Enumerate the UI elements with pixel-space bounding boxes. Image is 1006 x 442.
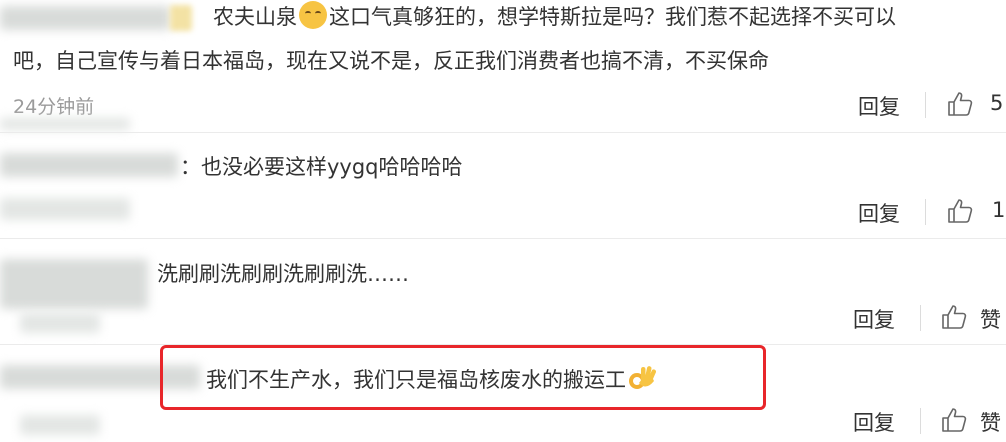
reply-button[interactable]: 回复 bbox=[853, 407, 895, 437]
blurred-badge bbox=[170, 5, 192, 31]
action-separator bbox=[920, 305, 921, 331]
comment-text-part: 农夫山泉 bbox=[213, 5, 297, 29]
comment-1-text-line2: 吧，自己宣传与着日本福岛，现在又说不是，反正我们消费者也搞不清，不买保命 bbox=[13, 49, 769, 73]
thumbs-up-icon[interactable] bbox=[940, 303, 968, 331]
blurred-username bbox=[0, 259, 148, 309]
comment-2-text: ：也没必要这样yygq哈哈哈哈 bbox=[180, 155, 463, 179]
blurred-timestamp bbox=[20, 415, 100, 435]
comment-timestamp: 24分钟前 bbox=[13, 96, 95, 118]
comment-3-text: 洗刷刷洗刷刷洗刷刷洗…… bbox=[157, 262, 409, 286]
blurred-overlay bbox=[0, 118, 130, 130]
reply-button[interactable]: 回复 bbox=[858, 198, 900, 228]
comment-3: 洗刷刷洗刷刷洗刷刷洗…… 回复 赞 bbox=[0, 239, 1006, 344]
comment-1: 农夫山泉 这口气真够狂的，想学特斯拉是吗？我们惹不起选择不买可以 吧，自己宣传与着… bbox=[0, 0, 1006, 130]
like-button-label[interactable]: 赞 bbox=[980, 304, 1001, 334]
action-separator bbox=[920, 408, 921, 434]
like-button-label[interactable]: 赞 bbox=[980, 407, 1001, 437]
action-separator bbox=[925, 92, 926, 118]
red-highlight-box bbox=[160, 345, 766, 410]
like-count: 5 bbox=[990, 91, 1004, 115]
like-count: 1 bbox=[992, 198, 1006, 222]
blurred-username bbox=[0, 153, 178, 177]
reply-button[interactable]: 回复 bbox=[858, 91, 900, 121]
blurred-timestamp bbox=[20, 313, 100, 333]
blurred-timestamp bbox=[0, 198, 130, 220]
reply-button[interactable]: 回复 bbox=[853, 304, 895, 334]
thumbs-up-icon[interactable] bbox=[940, 406, 968, 434]
action-separator bbox=[925, 199, 926, 225]
comment-text-part: 这口气真够狂的，想学特斯拉是吗？我们惹不起选择不买可以 bbox=[329, 5, 896, 29]
shushing-face-emoji-icon bbox=[299, 1, 327, 29]
comment-2: ：也没必要这样yygq哈哈哈哈 回复 1 bbox=[0, 133, 1006, 238]
blurred-username bbox=[0, 6, 170, 30]
thumbs-up-icon[interactable] bbox=[946, 197, 974, 225]
comment-1-text-line1: 农夫山泉 这口气真够狂的，想学特斯拉是吗？我们惹不起选择不买可以 bbox=[213, 0, 896, 36]
thumbs-up-icon[interactable] bbox=[946, 90, 974, 118]
